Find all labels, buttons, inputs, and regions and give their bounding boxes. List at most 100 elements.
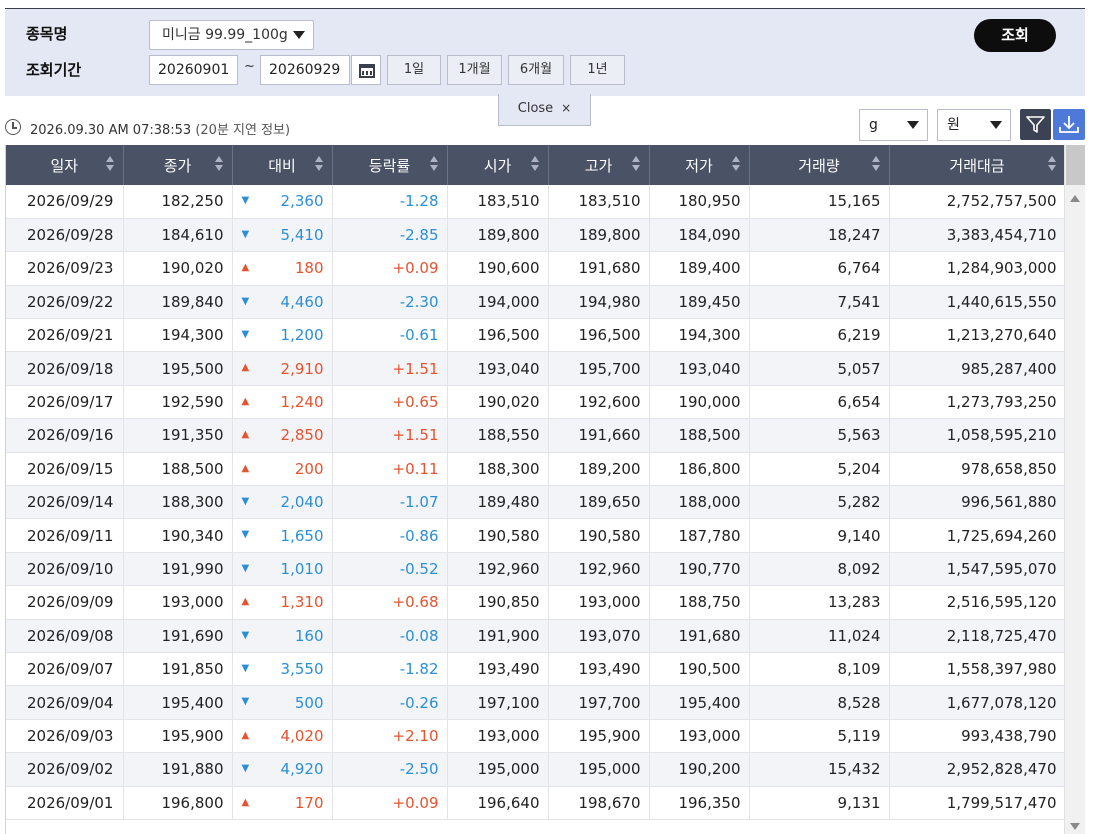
table-row[interactable]: 2026/09/15 188,500 ▲ 200 +0.11 188,300 189,200… — [6, 452, 1066, 487]
col-header-volume[interactable]: 거래량 — [749, 145, 890, 185]
cell-volume: 7,541 — [749, 285, 890, 320]
table-row[interactable]: 2026/09/03 195,900 ▲ 4,020 +2.10 193,000 195,9… — [6, 719, 1066, 754]
currency-unit-select[interactable]: 원 — [937, 109, 1011, 141]
cell-volume: 5,282 — [749, 485, 890, 520]
col-header-close[interactable]: 종가 — [123, 145, 233, 185]
cell-high: 193,070 — [548, 619, 650, 653]
table-row[interactable]: 2026/09/07 191,850 ▼ 3,550 -1.82 193,490 193,4… — [6, 652, 1066, 687]
cell-high: 198,670 — [548, 786, 650, 820]
cell-change: ▼ 1,200 — [232, 318, 333, 353]
cell-volume: 15,432 — [749, 752, 890, 787]
table-row[interactable]: 2026/09/11 190,340 ▼ 1,650 -0.86 190,580 190,5… — [6, 518, 1066, 553]
col-header-date[interactable]: 일자 — [6, 145, 124, 185]
vertical-scrollbar[interactable] — [1064, 145, 1085, 834]
down-triangle-icon: ▼ — [241, 529, 250, 541]
cell-low: 191,680 — [649, 619, 750, 653]
search-panel: 종목명 조회기간 미니금 99.99_100g 20260901 ~ 20260… — [5, 8, 1085, 96]
col-header-change[interactable]: 대비 — [232, 145, 333, 185]
period-1day-button[interactable]: 1일 — [387, 55, 441, 85]
cell-date: 2026/09/08 — [6, 619, 124, 653]
table-row[interactable]: 2026/09/22 189,840 ▼ 4,460 -2.30 194,000 194,9… — [6, 285, 1066, 320]
cell-open: 193,040 — [447, 351, 549, 386]
cell-change: ▲ 2,850 — [232, 418, 333, 453]
cell-low: 190,200 — [649, 752, 750, 787]
col-header-low[interactable]: 저가 — [649, 145, 750, 185]
table-row[interactable]: 2026/09/16 191,350 ▲ 2,850 +1.51 188,550 191,6… — [6, 418, 1066, 453]
cell-low: 193,000 — [649, 719, 750, 754]
cell-change: ▲ 200 — [232, 452, 333, 487]
scroll-up-arrow-icon[interactable] — [1070, 195, 1080, 202]
table-row[interactable]: 2026/09/04 195,400 ▼ 500 -0.26 197,100 197,700… — [6, 685, 1066, 720]
cell-date: 2026/09/02 — [6, 752, 124, 787]
filter-button[interactable] — [1020, 109, 1051, 140]
cell-change: ▲ 1,310 — [232, 585, 333, 620]
change-value: 1,310 — [280, 593, 324, 612]
download-button[interactable] — [1053, 109, 1085, 140]
cell-date: 2026/09/03 — [6, 719, 124, 754]
cell-change: ▼ 3,550 — [232, 652, 333, 687]
cell-open: 190,020 — [447, 385, 549, 420]
filter-icon — [1026, 116, 1045, 133]
cell-close: 196,800 — [123, 786, 233, 820]
cell-change: ▼ 4,920 — [232, 752, 333, 787]
cell-amount: 1,058,595,210 — [889, 418, 1066, 453]
cell-close: 188,300 — [123, 485, 233, 520]
cell-high: 195,900 — [548, 719, 650, 754]
cell-low: 193,040 — [649, 351, 750, 386]
change-value: 4,920 — [280, 760, 324, 779]
cell-close: 190,340 — [123, 518, 233, 553]
cell-low: 189,400 — [649, 251, 750, 286]
col-header-high[interactable]: 고가 — [548, 145, 650, 185]
table-row[interactable]: 2026/09/28 184,610 ▼ 5,410 -2.85 189,800 189,8… — [6, 218, 1066, 253]
table-row[interactable]: 2026/09/23 190,020 ▲ 180 +0.09 190,600 191,680… — [6, 251, 1066, 286]
table-row[interactable]: 2026/09/14 188,300 ▼ 2,040 -1.07 189,480 189,6… — [6, 485, 1066, 520]
period-1year-button[interactable]: 1년 — [570, 55, 625, 85]
table-row[interactable]: 2026/09/01 196,800 ▲ 170 +0.09 196,640 198,670… — [6, 786, 1066, 820]
cell-volume: 9,140 — [749, 518, 890, 553]
date-to-input[interactable]: 20260929 — [260, 55, 350, 85]
cell-high: 193,000 — [548, 585, 650, 620]
table-row[interactable]: 2026/09/29 182,250 ▼ 2,360 -1.28 183,510 183,5… — [6, 185, 1066, 219]
cell-date: 2026/09/04 — [6, 685, 124, 720]
change-value: 2,850 — [280, 426, 324, 445]
date-from-input[interactable]: 20260901 — [149, 55, 238, 85]
cell-rate: +2.10 — [332, 719, 448, 754]
cell-high: 191,660 — [548, 418, 650, 453]
cell-change: ▼ 1,010 — [232, 552, 333, 587]
period-1month-button[interactable]: 1개월 — [447, 55, 502, 85]
col-header-amount[interactable]: 거래대금 — [889, 145, 1066, 185]
cell-volume: 11,024 — [749, 619, 890, 653]
table-row[interactable]: 2026/09/08 191,690 ▼ 160 -0.08 191,900 193,070… — [6, 619, 1066, 653]
scroll-down-arrow-icon[interactable] — [1070, 823, 1080, 830]
close-panel-button[interactable]: Close × — [498, 94, 591, 126]
calendar-button[interactable] — [351, 55, 381, 85]
table-row[interactable]: 2026/09/18 195,500 ▲ 2,910 +1.51 193,040 195,7… — [6, 351, 1066, 386]
period-6month-button[interactable]: 6개월 — [508, 55, 564, 85]
cell-volume: 9,131 — [749, 786, 890, 820]
up-triangle-icon: ▲ — [241, 395, 250, 407]
down-triangle-icon: ▼ — [241, 329, 250, 341]
sort-icon — [530, 156, 539, 172]
cell-volume: 5,204 — [749, 452, 890, 487]
change-value: 2,910 — [280, 359, 324, 378]
table-row[interactable]: 2026/09/10 191,990 ▼ 1,010 -0.52 192,960 192,9… — [6, 552, 1066, 587]
col-header-rate[interactable]: 등락률 — [332, 145, 448, 185]
weight-unit-select[interactable]: g — [859, 109, 928, 141]
table-row[interactable]: 2026/09/02 191,880 ▼ 4,920 -2.50 195,000 195,0… — [6, 752, 1066, 787]
change-value: 200 — [294, 459, 324, 478]
download-icon — [1059, 116, 1079, 133]
table-row[interactable]: 2026/09/21 194,300 ▼ 1,200 -0.61 196,500 196,5… — [6, 318, 1066, 353]
table-row[interactable]: 2026/09/17 192,590 ▲ 1,240 +0.65 190,020 192,6… — [6, 385, 1066, 420]
change-value: 5,410 — [280, 226, 324, 245]
table-row[interactable]: 2026/09/09 193,000 ▲ 1,310 +0.68 190,850 193,0… — [6, 585, 1066, 620]
cell-open: 194,000 — [447, 285, 549, 320]
cell-change: ▲ 1,240 — [232, 385, 333, 420]
cell-low: 184,090 — [649, 218, 750, 253]
cell-rate: -1.82 — [332, 652, 448, 687]
cell-open: 190,580 — [447, 518, 549, 553]
col-header-open[interactable]: 시가 — [447, 145, 549, 185]
cell-open: 189,480 — [447, 485, 549, 520]
search-button[interactable]: 조회 — [974, 19, 1056, 52]
cell-low: 188,500 — [649, 418, 750, 453]
item-select[interactable]: 미니금 99.99_100g — [149, 20, 314, 50]
